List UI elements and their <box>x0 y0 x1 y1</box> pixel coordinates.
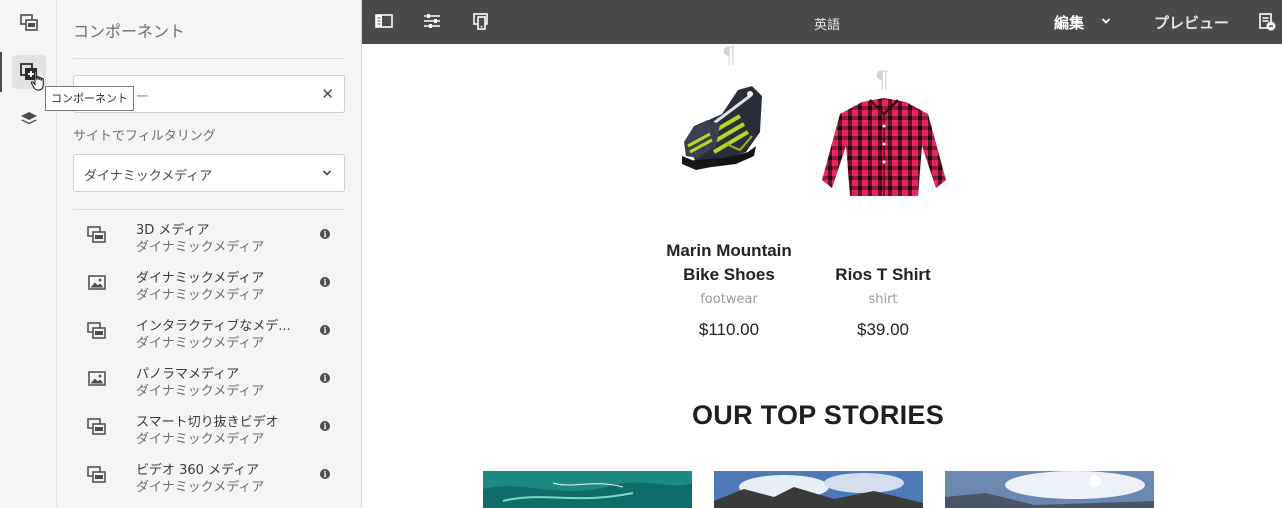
language-label: 英語 <box>814 18 841 33</box>
component-group: ダイナミックメディア <box>136 384 265 399</box>
clear-icon[interactable]: ✕ <box>321 85 334 103</box>
chevron-down-icon <box>322 170 332 176</box>
product-card[interactable]: Marin Mountain Bike Shoes footwear $110.… <box>649 239 809 340</box>
editor-toolbar: 英語 編集 プレビュー <box>362 0 1282 44</box>
product-category: footwear <box>700 292 758 307</box>
site-filter-value: ダイナミックメディア <box>84 169 213 184</box>
component-item[interactable]: スマート切り抜きビデオ ダイナミックメディア i <box>73 408 345 452</box>
product-price: $110.00 <box>698 320 760 339</box>
component-item[interactable]: ビデオ 360 メディア ダイナミックメディア i <box>73 456 345 500</box>
components-tooltip: コンポーネント <box>45 86 134 111</box>
component-item[interactable]: インタラクティブなメデ... ダイナミックメディア i <box>73 312 345 356</box>
component-item[interactable]: ダイナミックメディア ダイナミックメディア i <box>73 264 345 308</box>
story-image[interactable] <box>945 471 1154 508</box>
component-group: ダイナミックメディア <box>136 288 265 303</box>
hand-cursor-icon <box>30 70 44 91</box>
component-item[interactable]: パノラマメディア ダイナミックメディア i <box>73 360 345 404</box>
site-filter-label: サイトでフィルタリング <box>73 129 216 144</box>
image-component-icon <box>88 371 106 386</box>
bike-shoes-image[interactable] <box>680 76 778 178</box>
components-panel: コンポーネント フィルター ✕ サイトでフィルタリング ダイナミックメディア 3… <box>57 0 362 508</box>
chevron-down-icon[interactable] <box>1101 17 1111 25</box>
product-name[interactable]: Marin Mountain Bike Shoes <box>649 239 809 287</box>
assets-icon <box>20 14 38 31</box>
preview-button[interactable]: プレビュー <box>1154 12 1229 33</box>
product-name[interactable]: Rios T Shirt <box>803 263 963 287</box>
assets-tab-button[interactable] <box>12 6 46 40</box>
page-information-icon[interactable] <box>1257 12 1277 32</box>
info-icon[interactable]: i <box>320 277 330 287</box>
content-tree-tab-button[interactable] <box>12 102 46 136</box>
page-properties-icon[interactable] <box>422 11 442 31</box>
emulator-icon[interactable] <box>471 11 491 31</box>
dynamic-media-component-icon <box>87 466 106 483</box>
page-editor-canvas[interactable]: ¶ ¶ Marin Mountain Bike Shoes footwear $… <box>362 44 1282 508</box>
dynamic-media-component-icon <box>87 418 106 435</box>
info-icon[interactable]: i <box>320 373 330 383</box>
info-icon[interactable]: i <box>320 469 330 479</box>
info-icon[interactable]: i <box>320 229 330 239</box>
component-group: ダイナミックメディア <box>136 480 265 495</box>
product-category: shirt <box>868 292 898 307</box>
site-filter-select[interactable]: ダイナミックメディア <box>73 154 345 192</box>
component-group: ダイナミックメディア <box>136 432 265 447</box>
edit-mode-button[interactable]: 編集 <box>1054 12 1084 33</box>
component-item[interactable]: 3D メディア ダイナミックメディア i <box>73 216 345 260</box>
panel-divider <box>73 58 344 59</box>
dynamic-media-component-icon <box>87 322 106 339</box>
dynamic-media-component-icon <box>87 226 106 243</box>
panel-divider <box>73 209 344 210</box>
toggle-side-panel-icon[interactable] <box>374 11 394 31</box>
product-card[interactable]: Rios T Shirt shirt $39.00 <box>803 263 963 340</box>
stories-heading: OUR TOP STORIES <box>691 400 945 430</box>
paragraph-marker: ¶ <box>722 44 736 69</box>
rios-shirt-image[interactable] <box>818 96 950 206</box>
story-image[interactable] <box>483 471 692 508</box>
info-icon[interactable]: i <box>320 421 330 431</box>
layers-icon <box>21 112 37 125</box>
info-icon[interactable]: i <box>320 325 330 335</box>
component-group: ダイナミックメディア <box>136 240 265 255</box>
product-price: $39.00 <box>857 320 909 339</box>
panel-title: コンポーネント <box>73 22 186 41</box>
story-image[interactable] <box>714 471 923 508</box>
component-group: ダイナミックメディア <box>136 336 265 351</box>
side-rail <box>0 0 57 508</box>
image-component-icon <box>88 275 106 290</box>
paragraph-marker: ¶ <box>875 68 889 93</box>
